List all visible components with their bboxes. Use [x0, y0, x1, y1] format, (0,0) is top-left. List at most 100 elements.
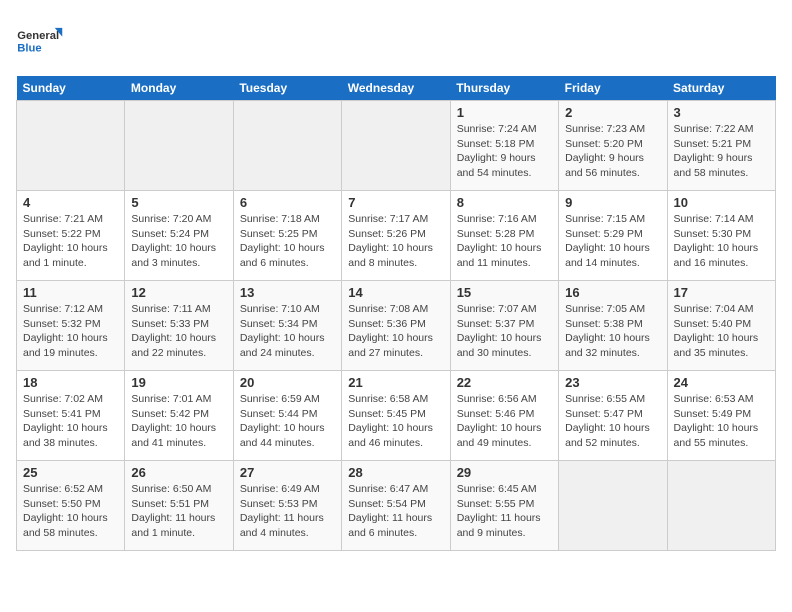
day-info: Sunrise: 6:58 AMSunset: 5:45 PMDaylight:… — [348, 392, 443, 451]
week-row-4: 18 Sunrise: 7:02 AMSunset: 5:41 PMDayligh… — [17, 371, 776, 461]
calendar-cell — [559, 461, 667, 551]
calendar-cell — [667, 461, 775, 551]
day-info: Sunrise: 7:07 AMSunset: 5:37 PMDaylight:… — [457, 302, 552, 361]
calendar-cell: 29 Sunrise: 6:45 AMSunset: 5:55 PMDayligh… — [450, 461, 558, 551]
calendar-cell: 27 Sunrise: 6:49 AMSunset: 5:53 PMDayligh… — [233, 461, 341, 551]
day-info: Sunrise: 6:52 AMSunset: 5:50 PMDaylight:… — [23, 482, 118, 541]
calendar-cell — [233, 101, 341, 191]
day-number: 12 — [131, 285, 226, 300]
calendar-cell: 25 Sunrise: 6:52 AMSunset: 5:50 PMDayligh… — [17, 461, 125, 551]
day-number: 14 — [348, 285, 443, 300]
weekday-header-tuesday: Tuesday — [233, 76, 341, 101]
day-number: 6 — [240, 195, 335, 210]
calendar-cell: 9 Sunrise: 7:15 AMSunset: 5:29 PMDaylight… — [559, 191, 667, 281]
calendar-cell: 6 Sunrise: 7:18 AMSunset: 5:25 PMDaylight… — [233, 191, 341, 281]
week-row-2: 4Sunrise: 7:21 AMSunset: 5:22 PMDaylight… — [17, 191, 776, 281]
day-info: Sunrise: 6:49 AMSunset: 5:53 PMDaylight:… — [240, 482, 335, 541]
calendar-cell: 23 Sunrise: 6:55 AMSunset: 5:47 PMDayligh… — [559, 371, 667, 461]
day-number: 8 — [457, 195, 552, 210]
day-info: Sunrise: 7:05 AMSunset: 5:38 PMDaylight:… — [565, 302, 660, 361]
day-number: 20 — [240, 375, 335, 390]
day-info: Sunrise: 7:08 AMSunset: 5:36 PMDaylight:… — [348, 302, 443, 361]
day-number: 4 — [23, 195, 118, 210]
calendar-cell: 26Sunrise: 6:50 AMSunset: 5:51 PMDayligh… — [125, 461, 233, 551]
week-row-3: 11 Sunrise: 7:12 AMSunset: 5:32 PMDayligh… — [17, 281, 776, 371]
calendar-cell: 15 Sunrise: 7:07 AMSunset: 5:37 PMDayligh… — [450, 281, 558, 371]
day-number: 18 — [23, 375, 118, 390]
calendar-cell: 20 Sunrise: 6:59 AMSunset: 5:44 PMDayligh… — [233, 371, 341, 461]
calendar-cell: 16 Sunrise: 7:05 AMSunset: 5:38 PMDayligh… — [559, 281, 667, 371]
logo-svg: General Blue — [16, 16, 66, 66]
day-number: 17 — [674, 285, 769, 300]
day-info: Sunrise: 7:02 AMSunset: 5:41 PMDaylight:… — [23, 392, 118, 451]
calendar-cell: 12 Sunrise: 7:11 AMSunset: 5:33 PMDayligh… — [125, 281, 233, 371]
calendar-cell: 5 Sunrise: 7:20 AMSunset: 5:24 PMDaylight… — [125, 191, 233, 281]
day-number: 21 — [348, 375, 443, 390]
calendar-cell: 21 Sunrise: 6:58 AMSunset: 5:45 PMDayligh… — [342, 371, 450, 461]
day-number: 3 — [674, 105, 769, 120]
weekday-header-wednesday: Wednesday — [342, 76, 450, 101]
calendar-cell — [17, 101, 125, 191]
day-number: 24 — [674, 375, 769, 390]
calendar-table: SundayMondayTuesdayWednesdayThursdayFrid… — [16, 76, 776, 551]
calendar-cell: 28 Sunrise: 6:47 AMSunset: 5:54 PMDayligh… — [342, 461, 450, 551]
weekday-header-friday: Friday — [559, 76, 667, 101]
day-number: 25 — [23, 465, 118, 480]
day-info: Sunrise: 6:59 AMSunset: 5:44 PMDaylight:… — [240, 392, 335, 451]
day-info: Sunrise: 7:12 AMSunset: 5:32 PMDaylight:… — [23, 302, 118, 361]
calendar-cell — [125, 101, 233, 191]
day-number: 1 — [457, 105, 552, 120]
day-info: Sunrise: 6:53 AMSunset: 5:49 PMDaylight:… — [674, 392, 769, 451]
day-info: Sunrise: 7:17 AMSunset: 5:26 PMDaylight:… — [348, 212, 443, 271]
day-number: 7 — [348, 195, 443, 210]
calendar-cell: 8 Sunrise: 7:16 AMSunset: 5:28 PMDaylight… — [450, 191, 558, 281]
svg-text:Blue: Blue — [17, 43, 41, 55]
weekday-header-thursday: Thursday — [450, 76, 558, 101]
day-info: Sunrise: 6:50 AMSunset: 5:51 PMDaylight:… — [131, 482, 226, 541]
day-info: Sunrise: 6:45 AMSunset: 5:55 PMDaylight:… — [457, 482, 552, 541]
day-info: Sunrise: 7:22 AMSunset: 5:21 PMDaylight:… — [674, 122, 769, 181]
week-row-1: 1Sunrise: 7:24 AMSunset: 5:18 PMDaylight… — [17, 101, 776, 191]
day-number: 9 — [565, 195, 660, 210]
day-number: 11 — [23, 285, 118, 300]
calendar-cell: 3 Sunrise: 7:22 AMSunset: 5:21 PMDaylight… — [667, 101, 775, 191]
day-number: 10 — [674, 195, 769, 210]
weekday-header-monday: Monday — [125, 76, 233, 101]
calendar-cell: 18 Sunrise: 7:02 AMSunset: 5:41 PMDayligh… — [17, 371, 125, 461]
calendar-cell: 4Sunrise: 7:21 AMSunset: 5:22 PMDaylight… — [17, 191, 125, 281]
calendar-cell: 10 Sunrise: 7:14 AMSunset: 5:30 PMDayligh… — [667, 191, 775, 281]
day-number: 16 — [565, 285, 660, 300]
logo: General Blue — [16, 16, 66, 66]
day-info: Sunrise: 7:11 AMSunset: 5:33 PMDaylight:… — [131, 302, 226, 361]
day-number: 5 — [131, 195, 226, 210]
day-info: Sunrise: 7:18 AMSunset: 5:25 PMDaylight:… — [240, 212, 335, 271]
page-header: General Blue — [16, 16, 776, 66]
calendar-cell: 1Sunrise: 7:24 AMSunset: 5:18 PMDaylight… — [450, 101, 558, 191]
calendar-cell: 24 Sunrise: 6:53 AMSunset: 5:49 PMDayligh… — [667, 371, 775, 461]
day-info: Sunrise: 6:55 AMSunset: 5:47 PMDaylight:… — [565, 392, 660, 451]
day-info: Sunrise: 7:14 AMSunset: 5:30 PMDaylight:… — [674, 212, 769, 271]
day-info: Sunrise: 7:04 AMSunset: 5:40 PMDaylight:… — [674, 302, 769, 361]
day-info: Sunrise: 7:01 AMSunset: 5:42 PMDaylight:… — [131, 392, 226, 451]
day-info: Sunrise: 7:20 AMSunset: 5:24 PMDaylight:… — [131, 212, 226, 271]
week-row-5: 25 Sunrise: 6:52 AMSunset: 5:50 PMDayligh… — [17, 461, 776, 551]
calendar-cell: 13 Sunrise: 7:10 AMSunset: 5:34 PMDayligh… — [233, 281, 341, 371]
day-info: Sunrise: 6:47 AMSunset: 5:54 PMDaylight:… — [348, 482, 443, 541]
day-number: 27 — [240, 465, 335, 480]
day-info: Sunrise: 7:16 AMSunset: 5:28 PMDaylight:… — [457, 212, 552, 271]
day-number: 28 — [348, 465, 443, 480]
day-number: 29 — [457, 465, 552, 480]
day-number: 23 — [565, 375, 660, 390]
day-number: 2 — [565, 105, 660, 120]
weekday-header-row: SundayMondayTuesdayWednesdayThursdayFrid… — [17, 76, 776, 101]
day-number: 19 — [131, 375, 226, 390]
day-info: Sunrise: 7:23 AMSunset: 5:20 PMDaylight:… — [565, 122, 660, 181]
day-number: 15 — [457, 285, 552, 300]
day-info: Sunrise: 7:15 AMSunset: 5:29 PMDaylight:… — [565, 212, 660, 271]
calendar-cell — [342, 101, 450, 191]
day-info: Sunrise: 7:10 AMSunset: 5:34 PMDaylight:… — [240, 302, 335, 361]
calendar-cell: 14 Sunrise: 7:08 AMSunset: 5:36 PMDayligh… — [342, 281, 450, 371]
calendar-cell: 22Sunrise: 6:56 AMSunset: 5:46 PMDayligh… — [450, 371, 558, 461]
weekday-header-saturday: Saturday — [667, 76, 775, 101]
day-number: 13 — [240, 285, 335, 300]
